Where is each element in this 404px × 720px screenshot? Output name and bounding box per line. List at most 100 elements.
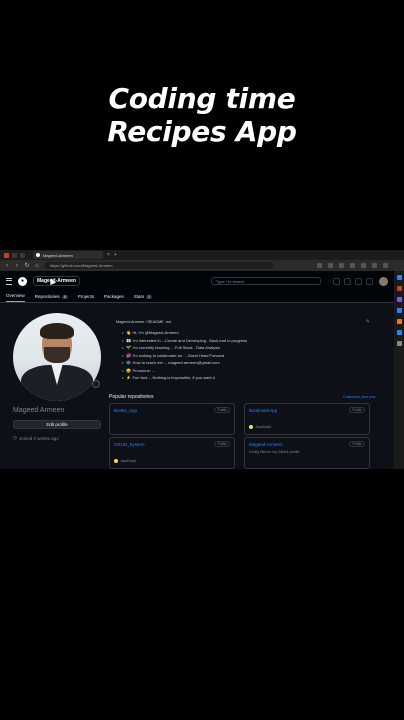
repo-language-label: JavaScript [255,425,272,429]
menu-icon[interactable] [6,277,12,285]
window-controls [4,252,25,258]
tab-overview-label: Overview [6,293,25,298]
workspace-icon[interactable] [12,252,17,258]
repo-visibility-badge: Public [214,407,230,413]
notifications-icon[interactable] [366,277,373,285]
readme-path: Mageed-Armeen / README .md [116,320,172,324]
profile-display-name: Mageed Armeen [13,407,65,414]
repo-name-link[interactable]: BookmarkApp [249,408,365,413]
search-input[interactable]: Type / to search [211,277,321,285]
profile-readme: Mageed-Armeen / README .md ✎ 👋 Hi, I'm @… [116,319,370,382]
tab-projects[interactable]: Projects [78,294,94,302]
repo-description: Config files for my GitHub profile. [249,450,301,454]
readme-list: 👋 Hi, I'm @Mageed-Armeen 👀 I'm intereste… [116,329,370,382]
forward-icon[interactable]: › [14,263,20,269]
address-bar-row: ‹ › ↻ ⌂ https://github.com/Mageed-Armeen [0,260,404,271]
games-icon[interactable] [396,308,402,313]
readme-line: 📫 How to reach me ... mageed.armeen@gmai… [122,359,370,367]
readme-line: 👀 I'm interested in ...Create and Develo… [122,337,370,345]
readme-line: ⚡ Fun fact: ...Nothing is impossible, if… [122,374,370,382]
close-tab-icon[interactable]: × [107,252,110,258]
search-sidebar-icon[interactable] [396,275,402,280]
home-icon[interactable]: ⌂ [34,263,40,269]
stars-count: 2 [146,294,153,299]
tab-repositories-label: Repositories [34,294,60,299]
readme-line: 😄 Pronouns: ... [122,367,370,375]
tools-icon[interactable] [396,297,402,302]
readme-line: 👋 Hi, I'm @Mageed-Armeen [122,329,370,337]
repo-card: Books_App Public [109,403,235,435]
split-screen-icon[interactable] [350,263,355,268]
profile-tabs: Overview Repositories 8 Projects Package… [0,291,394,303]
header-avatar[interactable] [379,276,388,286]
issues-icon[interactable] [344,277,351,285]
create-new-icon[interactable] [333,277,340,285]
read-aloud-icon[interactable] [317,263,322,268]
caption-line-1: Coding time [108,82,296,115]
joined-text: Joined 2 weeks ago [18,435,59,441]
collections-icon[interactable] [361,263,366,268]
repo-card: CRUD_System Public JavaScript [109,437,235,469]
tab-actions-icon[interactable] [20,252,25,258]
profile-avatar[interactable] [13,313,101,401]
tab-repositories[interactable]: Repositories 8 [35,294,68,302]
header-actions [333,277,373,285]
profile-sidebar: Mageed Armeen Edit profile ◷ Joined 2 we… [13,313,103,441]
favorites-icon[interactable] [328,263,333,268]
username-breadcrumb[interactable]: Mageed-Armeen [33,276,80,286]
extensions-icon[interactable] [339,263,344,268]
language-color-dot [114,459,118,463]
repositories-count: 8 [61,294,68,299]
profile-icon[interactable] [372,263,377,268]
browser-app-icon[interactable] [4,252,9,258]
set-status-icon[interactable] [92,380,100,388]
repo-language: JavaScript [114,459,136,463]
outlook-icon[interactable] [396,330,402,335]
repo-language: JavaScript [249,425,271,429]
repo-card: Mageed-Armeen Public Config files for my… [244,437,370,469]
browser-sidebar [394,271,404,469]
tab-stars-label: Stars [133,294,145,299]
tab-packages[interactable]: Packages [104,294,124,302]
customize-pins-link[interactable]: Customize your pins [343,395,376,399]
github-favicon-icon [36,253,40,257]
repo-name-link[interactable]: Books_App [114,408,230,413]
repo-visibility-badge: Public [214,441,230,447]
joined-info: ◷ Joined 2 weeks ago [13,435,103,441]
tab-projects-label: Projects [77,294,94,299]
browser-toolbar-icons [317,263,388,268]
tab-overview[interactable]: Overview [6,293,25,302]
tab-title: Mageed-Armeen [43,252,73,258]
repo-visibility-badge: Public [349,407,365,413]
repo-visibility-badge: Public [349,441,365,447]
language-color-dot [249,425,253,429]
office-icon[interactable] [396,319,402,324]
repo-card: BookmarkApp Public JavaScript [244,403,370,435]
popular-repos-title: Popular repositories [109,394,154,400]
pull-requests-icon[interactable] [355,277,362,285]
shopping-icon[interactable] [396,286,402,291]
add-sidebar-icon[interactable] [396,341,402,346]
repo-name-link[interactable]: CRUD_System [114,442,230,447]
more-icon[interactable] [383,263,388,268]
browser-screen: Mageed-Armeen × + ‹ › ↻ ⌂ https://github… [0,250,404,469]
video-caption: Coding time Recipes App [0,82,404,148]
browser-tabbar: Mageed-Armeen × + [0,250,404,260]
readme-line: 💞️ I'm looking to collaborate on ....Gre… [122,352,370,360]
url-field[interactable]: https://github.com/Mageed-Armeen [44,262,274,269]
tab-packages-label: Packages [104,294,124,299]
edit-readme-pencil-icon[interactable]: ✎ [366,319,370,325]
repo-name-link[interactable]: Mageed-Armeen [249,442,365,447]
tab-stars[interactable]: Stars 2 [133,294,153,302]
edit-profile-button[interactable]: Edit profile [13,420,101,429]
reload-icon[interactable]: ↻ [24,262,30,269]
clock-icon: ◷ [13,435,17,440]
new-tab-icon[interactable]: + [114,252,117,258]
browser-tab[interactable]: Mageed-Armeen [33,251,103,259]
github-logo-icon[interactable]: ● [18,276,27,286]
back-icon[interactable]: ‹ [4,263,10,269]
repo-language-label: JavaScript [120,459,137,463]
github-header: ● Mageed-Armeen Type / to search [0,271,394,291]
readme-line: 🌱 I'm currently learning ... Full Stack … [122,344,370,352]
caption-line-2: Recipes App [107,115,297,148]
